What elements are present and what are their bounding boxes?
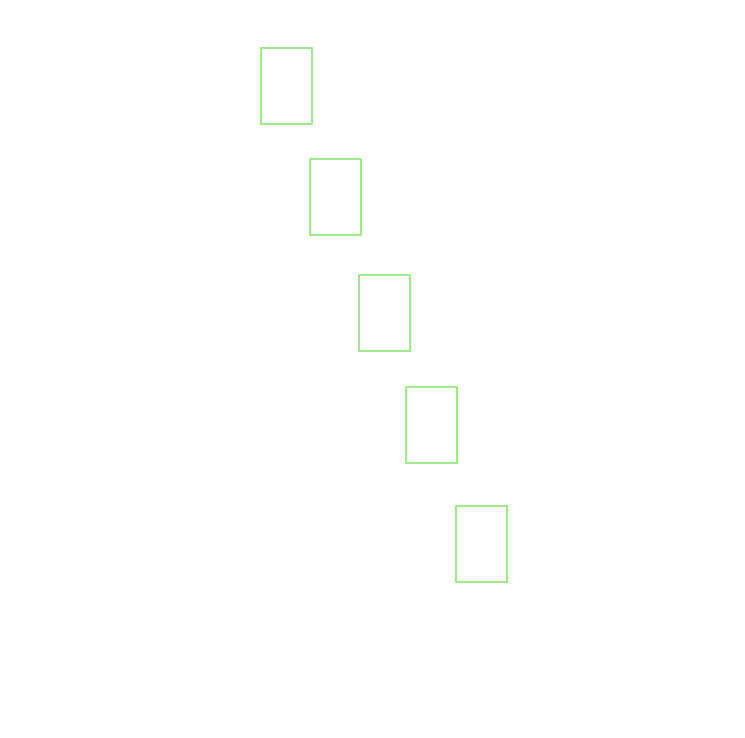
outline-box-2 xyxy=(309,158,362,236)
outline-box-4 xyxy=(405,386,458,464)
outline-box-3 xyxy=(358,274,411,352)
outline-box-5 xyxy=(455,505,508,583)
outline-box-1 xyxy=(260,47,313,125)
blank-canvas xyxy=(0,0,745,738)
